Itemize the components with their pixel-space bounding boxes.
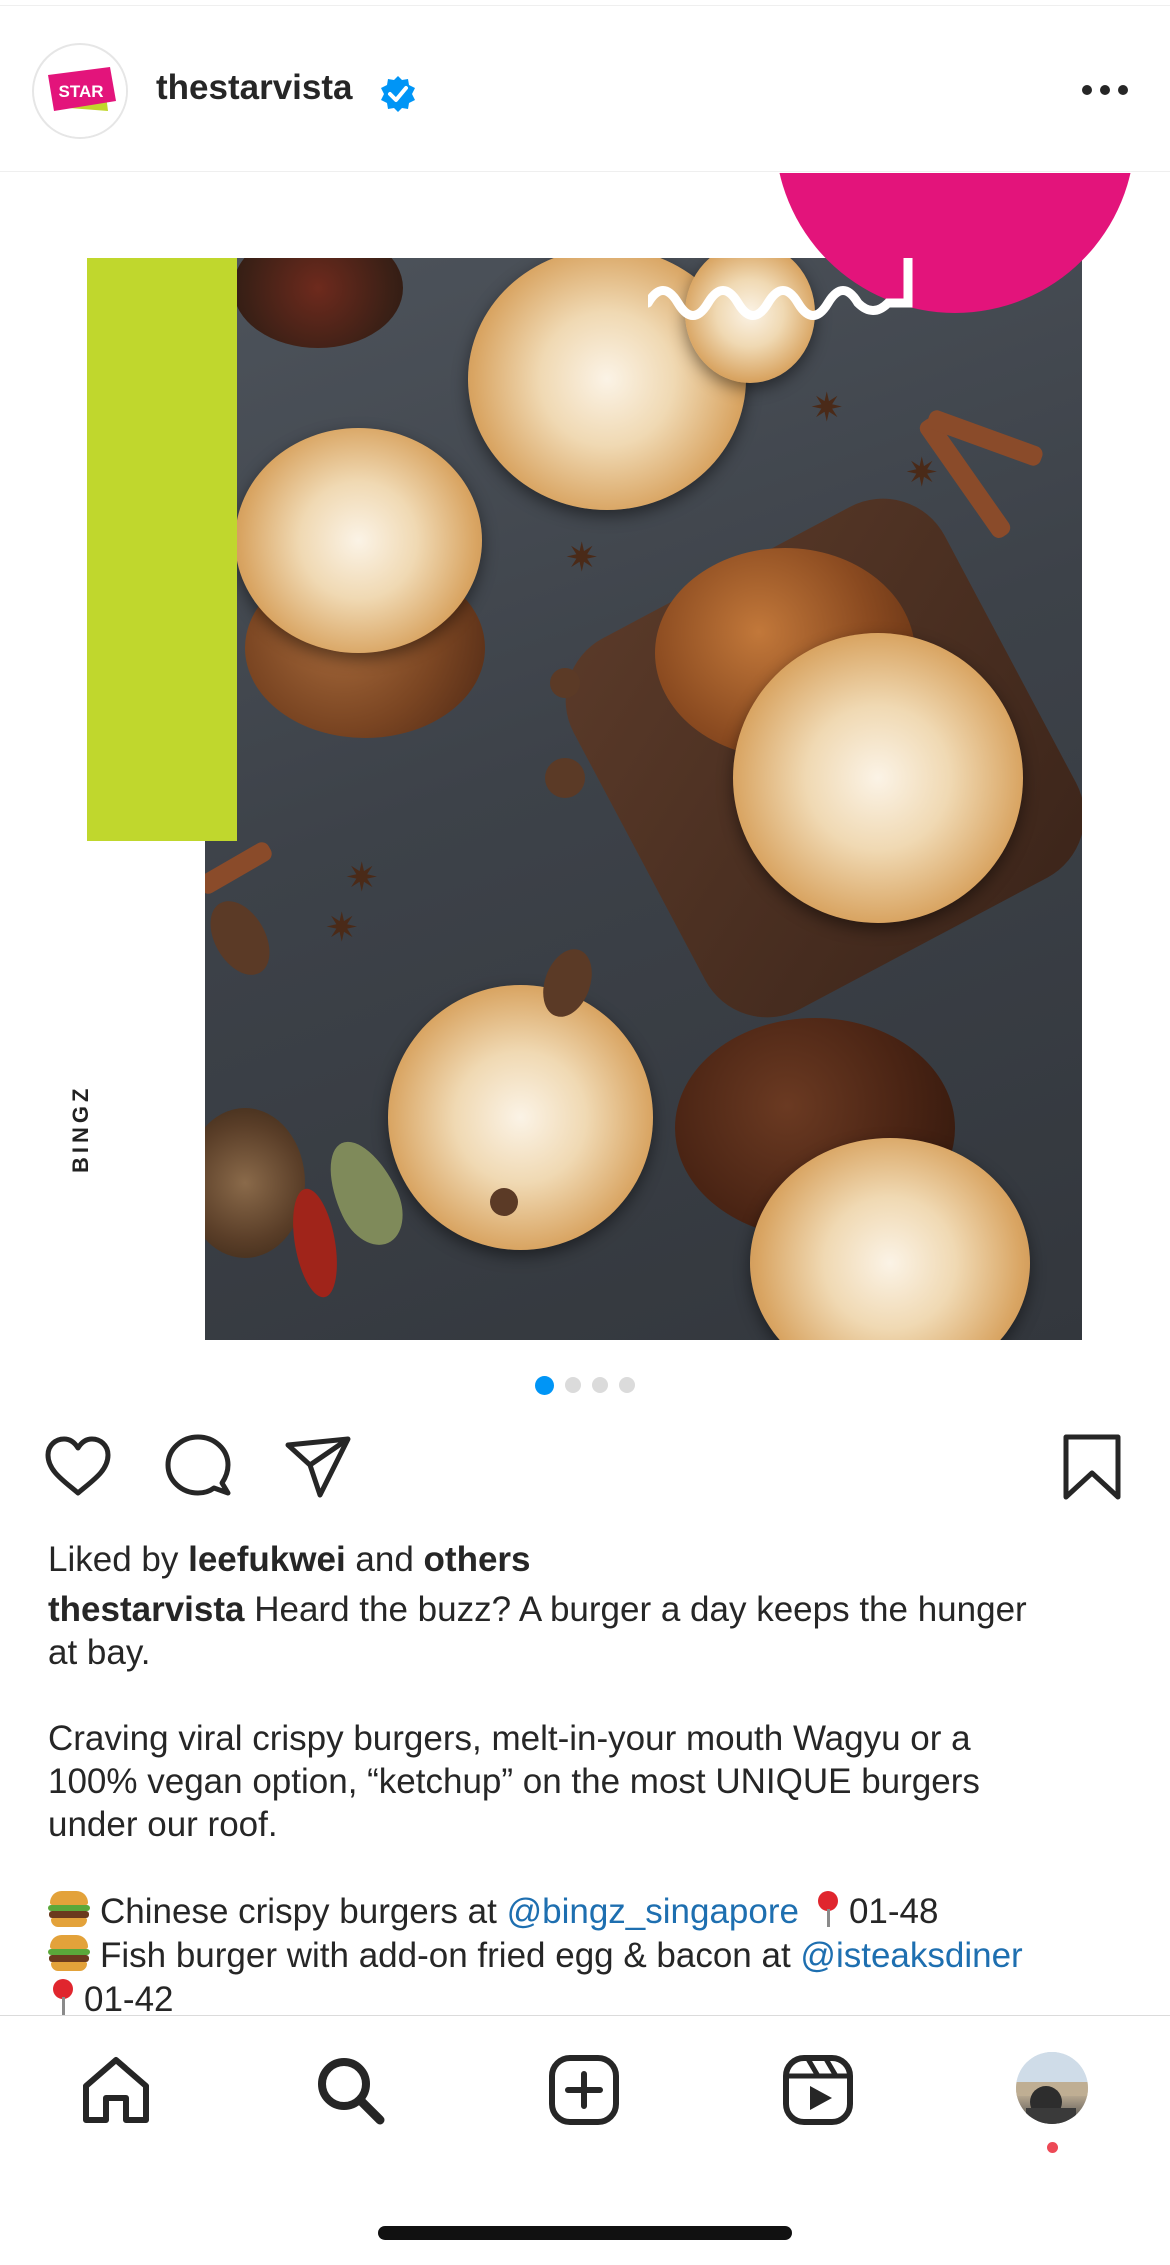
send-icon (285, 1436, 351, 1498)
caption-username[interactable]: thestarvista (48, 1590, 244, 1629)
comment-icon (165, 1434, 231, 1496)
nav-home-button[interactable] (78, 2052, 154, 2128)
mention-link[interactable]: @bingz_singapore (507, 1892, 799, 1931)
search-icon (318, 2058, 385, 2125)
post-actions-bar (0, 1425, 1170, 1507)
brand-green-bar (87, 258, 237, 841)
caption-list-item: Fish burger with add-on fried egg & baco… (48, 1933, 1128, 1977)
caption-paragraph-line: 100% vegan option, “ketchup” on the most… (48, 1762, 980, 1801)
more-options-button[interactable] (1070, 70, 1140, 110)
thestarvista-logo-icon: STAR (36, 47, 126, 137)
more-dot-icon (1100, 85, 1110, 95)
likes-middle: and (345, 1540, 424, 1579)
heart-icon (45, 1436, 111, 1496)
unit-number: 01-42 (84, 1980, 174, 2019)
post-caption: thestarvista Heard the buzz? A burger a … (48, 1588, 1128, 2021)
food-photo: ✷ ✷ ✷ ✷ ✷ (205, 258, 1082, 1340)
burger-emoji-icon (48, 1889, 90, 1929)
carousel-dot-active (535, 1375, 554, 1395)
caption-paragraph-line: under our roof. (48, 1805, 278, 1844)
liked-by-user-link[interactable]: leefukwei (188, 1540, 346, 1579)
caption-text-line2: at bay. (48, 1633, 151, 1672)
mention-link[interactable]: @isteaksdiner (800, 1936, 1022, 1975)
unit-number: 01-48 (848, 1892, 939, 1931)
save-button[interactable] (1056, 1431, 1128, 1503)
liked-by-others-link[interactable]: others (424, 1540, 531, 1579)
likes-prefix: Liked by (48, 1540, 189, 1579)
nav-create-button[interactable] (546, 2052, 622, 2128)
home-indicator (378, 2226, 792, 2240)
post-image-carousel[interactable]: ✷ ✷ ✷ ✷ ✷ BINGZ (0, 173, 1170, 1343)
carousel-dot (619, 1377, 635, 1393)
bookmark-icon (1063, 1434, 1121, 1500)
caption-paragraph-line: Craving viral crispy burgers, melt-in-yo… (48, 1719, 971, 1758)
nav-profile-avatar[interactable] (1016, 2052, 1088, 2124)
carousel-dot (565, 1377, 581, 1393)
burger-emoji-icon (48, 1933, 90, 1973)
reels-icon (783, 2055, 853, 2125)
wiggle-decoration (648, 258, 913, 320)
round-pushpin-emoji-icon (813, 1889, 843, 1929)
comment-button[interactable] (162, 1431, 234, 1503)
avatar-logo-text: STAR (58, 82, 103, 101)
nav-search-button[interactable] (312, 2052, 388, 2128)
carousel-indicator (0, 1375, 1170, 1395)
verified-badge-icon (381, 76, 415, 112)
like-button[interactable] (42, 1431, 114, 1503)
create-icon (549, 2055, 619, 2125)
carousel-dot (592, 1377, 608, 1393)
caption-item-text: Fish burger with add-on fried egg & baco… (100, 1936, 801, 1975)
post-header: STAR thestarvista (0, 6, 1170, 172)
home-icon (83, 2057, 149, 2123)
caption-item-text: Chinese crispy burgers at (100, 1892, 507, 1931)
caption-text-line1: Heard the buzz? A burger a day keeps the… (244, 1590, 1027, 1629)
more-dot-icon (1082, 85, 1092, 95)
author-avatar[interactable]: STAR (32, 43, 128, 139)
image-overlay-text: BINGZ (68, 1084, 93, 1173)
share-button[interactable] (282, 1431, 354, 1503)
post-username[interactable]: thestarvista (156, 68, 352, 108)
more-dot-icon (1118, 85, 1128, 95)
profile-photo (1016, 2052, 1088, 2124)
round-pushpin-emoji-icon (48, 1977, 78, 2017)
nav-reels-button[interactable] (780, 2052, 856, 2128)
notification-dot (1047, 2142, 1058, 2153)
likes-summary: Liked by leefukwei and others (48, 1540, 531, 1580)
caption-list-item: Chinese crispy burgers at @bingz_singapo… (48, 1889, 1128, 1933)
